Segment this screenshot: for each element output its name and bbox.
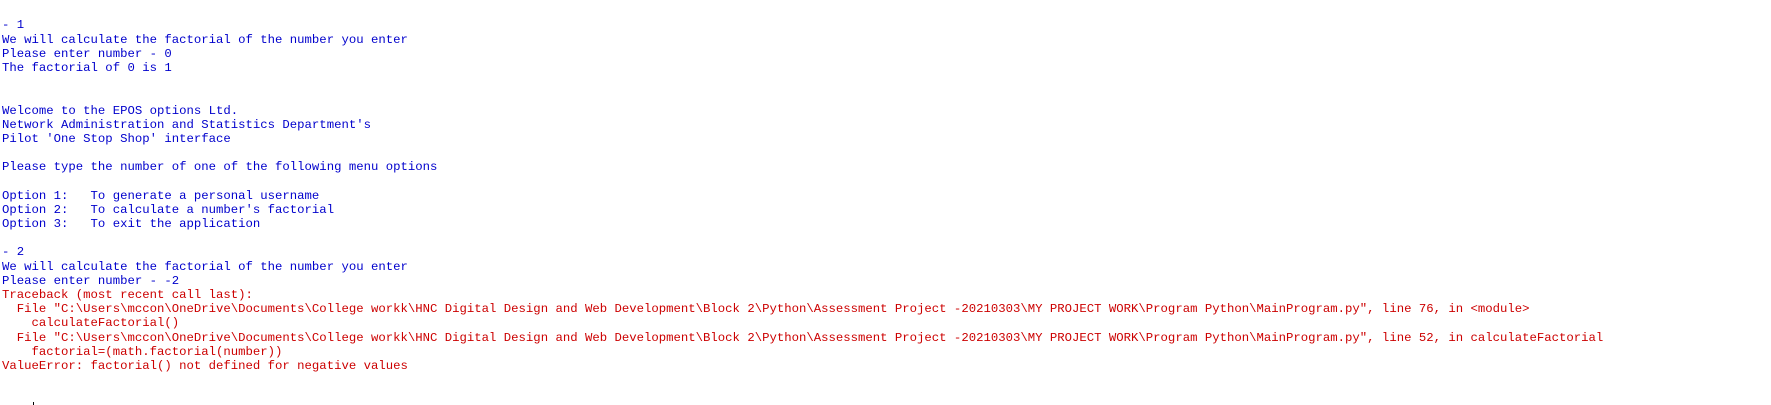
traceback-line: File "C:\Users\mccon\OneDrive\Documents\… (2, 330, 1604, 345)
output-line: Welcome to the EPOS options Ltd. (2, 103, 239, 118)
python-shell-output[interactable]: - 1 We will calculate the factorial of th… (0, 0, 1771, 405)
output-line: - 2 (2, 245, 25, 260)
output-line: Please type the number of one of the fol… (2, 160, 438, 175)
output-line: We will calculate the factorial of the n… (2, 259, 408, 274)
traceback-line: calculateFactorial() (2, 316, 180, 331)
output-line: Pilot 'One Stop Shop' interface (2, 131, 231, 146)
text-cursor (32, 401, 34, 405)
shell-output-lines: - 1 We will calculate the factorial of th… (0, 18, 1771, 373)
traceback-line: Traceback (most recent call last): (2, 287, 253, 302)
traceback-line: File "C:\Users\mccon\OneDrive\Documents\… (2, 302, 1530, 317)
output-line: Network Administration and Statistics De… (2, 117, 371, 132)
output-line: Option 2: To calculate a number's factor… (2, 202, 335, 217)
output-line: - 1 (2, 18, 25, 33)
traceback-line: factorial=(math.factorial(number)) (2, 344, 283, 359)
output-line: The factorial of 0 is 1 (2, 60, 172, 75)
traceback-line: ValueError: factorial() not defined for … (2, 358, 408, 373)
output-line: We will calculate the factorial of the n… (2, 32, 408, 47)
output-line: Please enter number - -2 (2, 273, 180, 288)
shell-input-line[interactable]: >>> (0, 401, 1771, 405)
output-line: Option 1: To generate a personal usernam… (2, 188, 320, 203)
output-line: Please enter number - 0 (2, 46, 172, 61)
output-line: Option 3: To exit the application (2, 217, 261, 232)
